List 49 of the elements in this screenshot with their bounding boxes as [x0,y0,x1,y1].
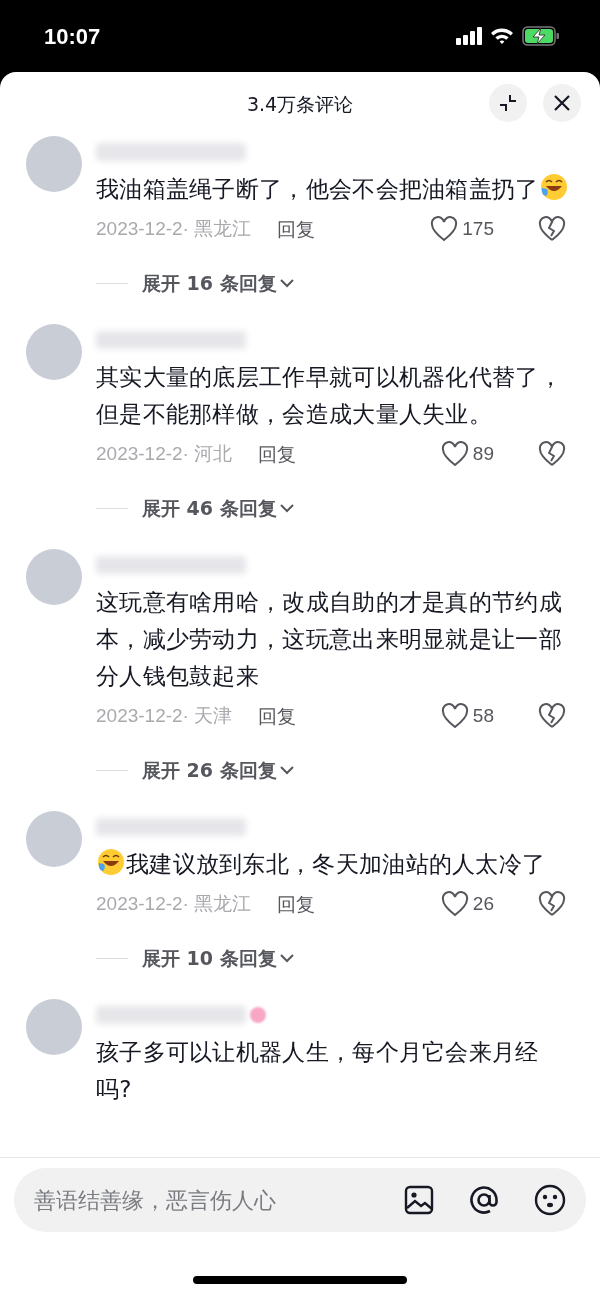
mention-icon[interactable] [468,1184,500,1216]
chevron-down-icon [278,952,295,964]
like-count: 26 [472,891,494,916]
comment-date-location: 2023-12-2· 黑龙江 [96,891,252,916]
comment-date-location: 2023-12-2· 黑龙江 [96,216,252,241]
comment-date-location: 2023-12-2· 河北 [96,441,233,466]
reply-link[interactable]: 回复 [258,701,297,731]
reply-link[interactable]: 回复 [258,439,297,469]
like-count: 175 [462,216,494,241]
collapse-icon [498,93,518,113]
broken-heart-icon[interactable] [538,216,566,242]
comment-input-field[interactable]: 善语结善缘，恶言伤人心 [14,1168,586,1232]
heart-icon[interactable] [440,703,469,729]
wifi-icon [490,27,514,45]
heart-icon[interactable] [440,891,469,917]
broken-heart-icon[interactable] [538,703,566,729]
close-button[interactable] [543,84,581,122]
image-icon[interactable] [404,1185,434,1215]
broken-heart-icon[interactable] [538,891,566,917]
chevron-down-icon [278,277,295,289]
reply-link[interactable]: 回复 [277,214,316,244]
expand-replies-button[interactable]: 展开 26 条回复 [142,755,295,785]
laughing-emoji-icon [538,172,569,202]
reply-link[interactable]: 回复 [277,889,316,919]
like-count: 89 [472,441,494,466]
status-time: 10:07 [44,22,101,51]
close-icon [553,94,571,112]
heart-icon[interactable] [440,441,469,467]
comment-text: 其实大量的底层工作早就可以机器化代替了，但是不能那样做，会造成大量人失业。 [96,363,563,429]
comment-text: 我油箱盖绳子断了，他会不会把油箱盖扔了 [96,171,572,208]
comment-text: 我建议放到东北，冬天加油站的人太冷了 [96,846,572,883]
chevron-down-icon [278,764,295,776]
comments-count-title: 3.4万条评论 [246,91,354,117]
user-badge [250,1007,266,1023]
expand-replies-button[interactable]: 展开 46 条回复 [142,493,295,523]
signal-icon [456,27,482,45]
battery-charging-icon [522,26,560,46]
collapse-button[interactable] [489,84,527,122]
laughing-emoji-icon [96,847,126,877]
broken-heart-icon[interactable] [538,441,566,467]
expand-replies-button[interactable]: 展开 10 条回复 [142,943,295,973]
comment-date-location: 2023-12-2· 天津 [96,703,233,728]
heart-icon[interactable] [430,216,459,242]
expand-replies-button[interactable]: 展开 16 条回复 [142,268,295,298]
like-count: 58 [472,703,494,728]
comment-text: 这玩意有啥用哈，改成自助的才是真的节约成本，减少劳动力，这玩意出来明显就是让一部分人钱包鼓起来 [96,588,563,691]
emoji-icon[interactable] [534,1184,566,1216]
comment-text: 孩子多可以让机器人生，每个月它会来月经吗? [96,1038,540,1104]
chevron-down-icon [278,502,295,514]
